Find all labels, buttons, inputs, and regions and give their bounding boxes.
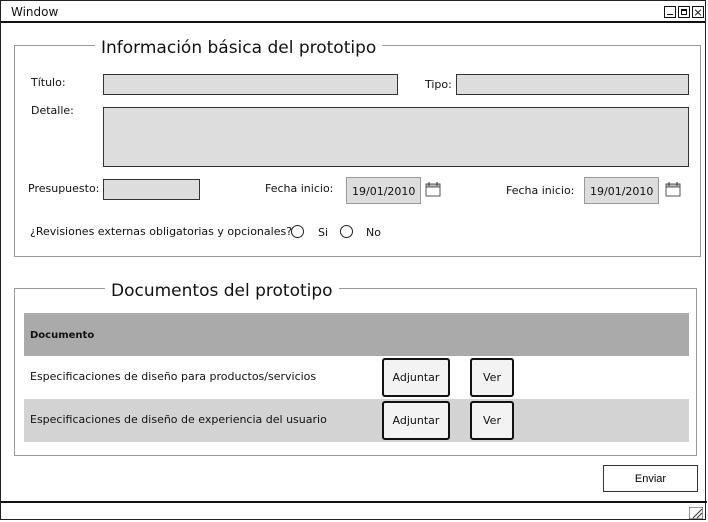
- titulo-label: Título:: [31, 76, 66, 89]
- document-label: Especificaciones de diseño de experienci…: [30, 413, 327, 426]
- documents-legend: Documentos del prototipo: [105, 281, 339, 301]
- presupuesto-label: Presupuesto:: [28, 182, 100, 195]
- document-label: Especificaciones de diseño para producto…: [30, 370, 317, 383]
- revisiones-label: ¿Revisiones externas obligatorias y opci…: [30, 225, 293, 238]
- table-header: Documento: [24, 313, 689, 356]
- table-row: Especificaciones de diseño para producto…: [24, 356, 689, 399]
- window-title: Window: [11, 5, 59, 19]
- table-row: Especificaciones de diseño de experienci…: [24, 399, 689, 442]
- fecha-inicio-input-2[interactable]: 19/01/2010: [584, 177, 659, 204]
- fecha-inicio-label-1: Fecha inicio:: [265, 182, 334, 195]
- radio-si-label: Si: [318, 226, 329, 239]
- radio-si[interactable]: [291, 225, 304, 238]
- title-bar: Window: [1, 1, 705, 23]
- basic-info-legend: Información básica del prototipo: [95, 38, 383, 58]
- fecha-inicio-label-2: Fecha inicio:: [506, 184, 575, 197]
- resize-grip-icon[interactable]: [689, 507, 703, 519]
- tipo-label: Tipo:: [425, 78, 452, 91]
- titulo-input[interactable]: [103, 74, 398, 95]
- column-header-documento: Documento: [30, 330, 95, 341]
- radio-no-label: No: [366, 226, 381, 239]
- view-button[interactable]: Ver: [470, 358, 514, 397]
- maximize-icon[interactable]: [678, 6, 690, 18]
- calendar-icon[interactable]: [425, 181, 441, 197]
- close-icon[interactable]: [692, 6, 704, 18]
- fecha-inicio-input-1[interactable]: 19/01/2010: [346, 177, 421, 204]
- status-bar-divider: [1, 501, 707, 503]
- detalle-label: Detalle:: [31, 104, 74, 117]
- radio-no[interactable]: [340, 225, 353, 238]
- view-button[interactable]: Ver: [470, 401, 514, 440]
- calendar-icon[interactable]: [665, 181, 681, 197]
- attach-button[interactable]: Adjuntar: [382, 401, 450, 440]
- submit-button[interactable]: Enviar: [603, 465, 698, 492]
- presupuesto-input[interactable]: [103, 179, 200, 200]
- detalle-textarea[interactable]: [103, 107, 689, 167]
- app-window: Window Información básica del prototipo …: [0, 0, 707, 520]
- tipo-input[interactable]: [456, 74, 689, 95]
- minimize-icon[interactable]: [664, 6, 676, 18]
- attach-button[interactable]: Adjuntar: [382, 358, 450, 397]
